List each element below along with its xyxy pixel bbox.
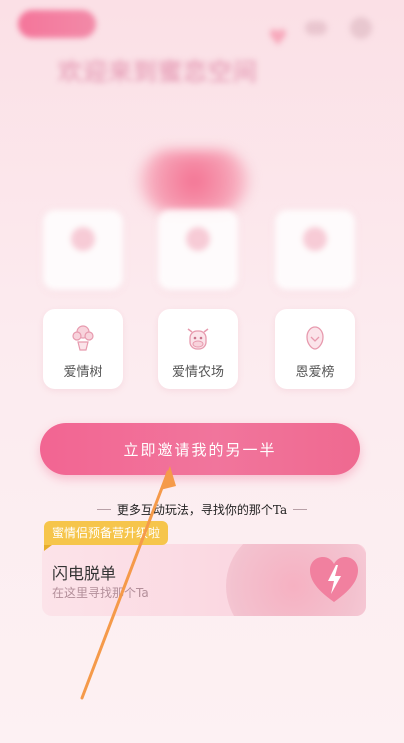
annotation-arrow <box>80 466 176 700</box>
